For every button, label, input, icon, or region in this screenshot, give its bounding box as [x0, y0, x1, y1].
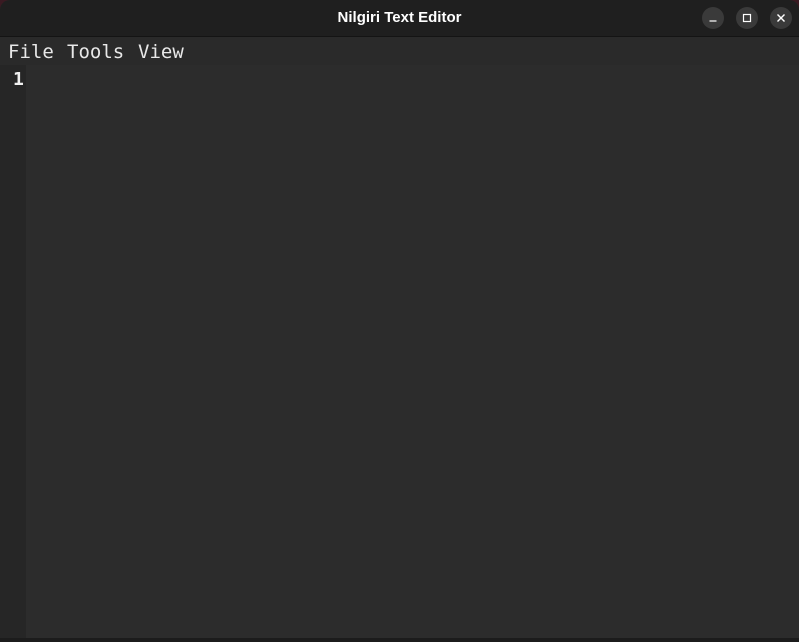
- editor-window: Nilgiri Text Editor File Tools View 1: [0, 0, 799, 638]
- minimize-button[interactable]: [702, 7, 724, 29]
- menu-file[interactable]: File: [8, 40, 54, 64]
- text-input-area[interactable]: [26, 65, 799, 638]
- maximize-button[interactable]: [736, 7, 758, 29]
- background-terminal-strip: [0, 638, 799, 642]
- menu-tools[interactable]: Tools: [67, 40, 124, 64]
- title-bar[interactable]: Nilgiri Text Editor: [0, 0, 799, 37]
- line-number: 1: [13, 69, 24, 90]
- close-icon: [776, 13, 786, 23]
- line-number-gutter: 1: [0, 65, 26, 638]
- close-button[interactable]: [770, 7, 792, 29]
- menu-bar: File Tools View: [0, 37, 799, 65]
- window-title: Nilgiri Text Editor: [337, 9, 462, 26]
- maximize-icon: [742, 13, 752, 23]
- menu-view[interactable]: View: [138, 40, 184, 64]
- minimize-icon: [708, 13, 718, 23]
- editor-area: 1: [0, 65, 799, 638]
